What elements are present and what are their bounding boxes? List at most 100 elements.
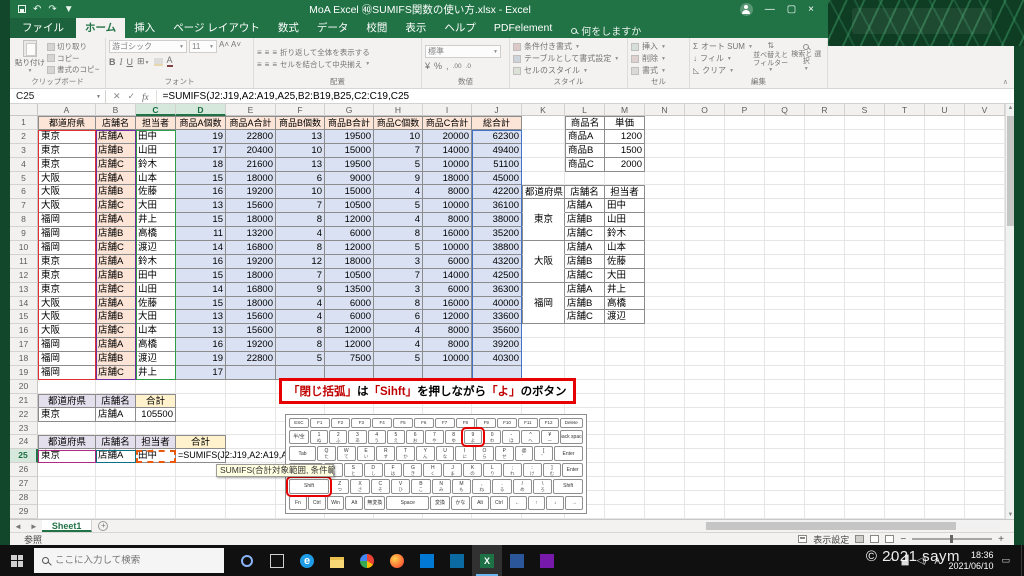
grid-cell[interactable]: 店舗C: [565, 227, 605, 242]
cut-button[interactable]: 切り取り: [47, 41, 99, 52]
grid-cell[interactable]: [805, 504, 845, 519]
format-as-table-button[interactable]: テーブルとして書式設定 ▼: [513, 53, 624, 64]
grid-cell[interactable]: 8000: [423, 185, 472, 200]
grid-cell[interactable]: [925, 157, 965, 172]
grid-cell[interactable]: 6: [276, 171, 325, 186]
grid-cell[interactable]: [176, 407, 226, 422]
grid-cell[interactable]: 17: [176, 366, 226, 380]
grid-cell[interactable]: 東京: [38, 268, 96, 283]
grid-cell[interactable]: 福岡: [38, 352, 96, 367]
grid-cell[interactable]: [965, 393, 1005, 408]
grid-cell[interactable]: [925, 116, 965, 130]
grid-cell[interactable]: [136, 463, 176, 478]
grid-cell[interactable]: [645, 116, 685, 130]
grid-cell[interactable]: 5: [374, 157, 423, 172]
grid-cell[interactable]: [805, 338, 845, 353]
grid-cell[interactable]: [805, 324, 845, 339]
grid-cell[interactable]: [965, 129, 1005, 144]
grid-cell[interactable]: 大阪: [38, 185, 96, 200]
row-header-28[interactable]: 28: [10, 491, 38, 505]
grid-cell[interactable]: [765, 366, 805, 380]
row-header-16[interactable]: 16: [10, 324, 38, 339]
grid-cell[interactable]: [765, 171, 805, 186]
grid-cell[interactable]: 49400: [472, 143, 522, 158]
display-settings-icon[interactable]: [798, 535, 808, 543]
grid-cell[interactable]: 13: [176, 324, 226, 339]
grid-cell[interactable]: [765, 282, 805, 297]
cell-styles-button[interactable]: セルのスタイル ▼: [513, 65, 624, 76]
grid-cell[interactable]: 店舗A: [565, 241, 605, 255]
col-header-K[interactable]: K: [522, 104, 565, 116]
tab-home[interactable]: ホーム: [76, 18, 126, 38]
grid-cell[interactable]: 8: [276, 338, 325, 353]
grid-cell[interactable]: [725, 435, 765, 450]
grid-cell[interactable]: 山本: [136, 171, 176, 186]
horizontal-scrollbar[interactable]: [702, 522, 1002, 530]
grid-cell[interactable]: 3: [374, 254, 423, 269]
grid-cell[interactable]: 16000: [423, 296, 472, 311]
grid-cell[interactable]: 都道府県: [38, 393, 96, 408]
grid-cell[interactable]: 8: [276, 241, 325, 255]
grid-cell[interactable]: [845, 352, 885, 367]
grid-cell[interactable]: [522, 241, 565, 255]
grid-cell[interactable]: [845, 199, 885, 214]
grid-cell[interactable]: [925, 324, 965, 339]
page-break-view-icon[interactable]: [885, 535, 895, 543]
col-header-H[interactable]: H: [374, 104, 423, 116]
grid-cell[interactable]: [645, 171, 685, 186]
grid-cell[interactable]: 店舗A: [96, 129, 136, 144]
grid-cell[interactable]: [805, 407, 845, 422]
grid-cell[interactable]: 12000: [325, 324, 374, 339]
grid-cell[interactable]: 45000: [472, 171, 522, 186]
grid-cell[interactable]: 店舗名: [96, 435, 136, 450]
start-button[interactable]: [0, 545, 34, 576]
grid-cell[interactable]: [965, 477, 1005, 492]
fill-color-icon[interactable]: [153, 57, 163, 66]
grid-cell[interactable]: [725, 491, 765, 505]
grid-cell[interactable]: [965, 366, 1005, 380]
grid-cell[interactable]: 19: [176, 352, 226, 367]
grid-cell[interactable]: 店舗B: [96, 268, 136, 283]
grid-cell[interactable]: 10000: [423, 199, 472, 214]
grid-cell[interactable]: 62300: [472, 129, 522, 144]
grid-cell[interactable]: [725, 393, 765, 408]
col-header-U[interactable]: U: [925, 104, 965, 116]
grid-cell[interactable]: 合計: [176, 435, 226, 450]
maximize-button[interactable]: ▢: [787, 4, 796, 15]
grid-cell[interactable]: [805, 227, 845, 242]
grid-cell[interactable]: [805, 185, 845, 200]
grid-cell[interactable]: 5: [276, 352, 325, 367]
grid-cell[interactable]: [925, 491, 965, 505]
font-size-combo[interactable]: 11 ▼: [189, 40, 217, 53]
grid-cell[interactable]: 商品B合計: [325, 116, 374, 130]
grid-cell[interactable]: [885, 227, 925, 242]
grid-cell[interactable]: 高橋: [136, 227, 176, 242]
grid-cell[interactable]: [845, 379, 885, 394]
grid-cell[interactable]: [885, 213, 925, 228]
enter-icon[interactable]: ✓: [128, 91, 136, 102]
grid-cell[interactable]: 38000: [472, 213, 522, 228]
grid-cell[interactable]: [685, 449, 725, 464]
grid-cell[interactable]: [725, 282, 765, 297]
grid-cell[interactable]: 高橋: [136, 338, 176, 353]
grid-cell[interactable]: [685, 338, 725, 353]
grid-cell[interactable]: [645, 463, 685, 478]
wrap-text-button[interactable]: 折り返して全体を表示する: [280, 47, 370, 58]
grid-cell[interactable]: [965, 282, 1005, 297]
grid-cell[interactable]: 担当者: [136, 435, 176, 450]
grid-cell[interactable]: [565, 352, 605, 367]
grid-cell[interactable]: 15: [176, 296, 226, 311]
grid-cell[interactable]: [226, 407, 276, 422]
grid-cell[interactable]: 商品B: [565, 143, 605, 158]
cancel-icon[interactable]: ✕: [113, 91, 121, 102]
grid-cell[interactable]: 店舗B: [96, 143, 136, 158]
grid-cell[interactable]: [685, 227, 725, 242]
col-header-L[interactable]: L: [565, 104, 605, 116]
grid-cell[interactable]: 15600: [226, 199, 276, 214]
grid-cell[interactable]: 4: [374, 324, 423, 339]
zoom-out-icon[interactable]: −: [900, 534, 906, 545]
col-header-C[interactable]: C: [136, 104, 176, 116]
grid-cell[interactable]: [845, 227, 885, 242]
grid-cell[interactable]: 大阪: [38, 324, 96, 339]
grid-cell[interactable]: [765, 491, 805, 505]
